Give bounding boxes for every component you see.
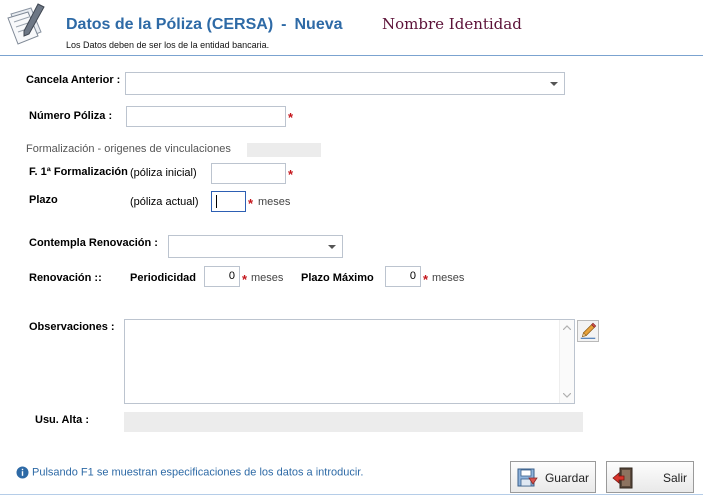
page-subtitle: Los Datos deben de ser los de la entidad… — [66, 40, 270, 50]
plazo-hint: (póliza actual) — [130, 196, 199, 208]
pencil-icon — [580, 322, 597, 339]
numero-poliza-required-mark: * — [288, 110, 294, 125]
usu-alta-label: Usu. Alta : — [35, 414, 89, 426]
observaciones-textarea[interactable] — [124, 319, 575, 404]
plazo-maximo-label: Plazo Máximo — [301, 272, 374, 284]
usu-alta-readonly-field — [124, 412, 583, 432]
contempla-renovacion-label: Contempla Renovación : — [29, 237, 158, 249]
header-divider — [0, 55, 703, 56]
renovacion-label: Renovación :: — [29, 272, 102, 284]
guardar-button[interactable]: Guardar — [510, 461, 596, 493]
save-disk-icon — [517, 468, 538, 487]
page-title-mode: Nueva — [294, 16, 343, 33]
plazo-label: Plazo — [29, 194, 58, 206]
periodicidad-input[interactable]: 0 — [204, 266, 240, 287]
text-caret — [216, 195, 217, 208]
salir-label: Salir — [662, 471, 687, 485]
cancela-anterior-label: Cancela Anterior : — [26, 74, 121, 86]
numero-poliza-input[interactable] — [126, 106, 286, 127]
formalizacion-readonly-field — [247, 143, 321, 157]
header: Datos de la Póliza (CERSA) - Nueva Nombre … — [0, 0, 703, 56]
periodicidad-required-mark: * — [242, 272, 248, 287]
plazo-unit: meses — [258, 196, 291, 208]
cancela-anterior-select[interactable] — [125, 72, 565, 95]
plazo-input[interactable] — [211, 191, 246, 212]
f1-formalizacion-required-mark: * — [288, 167, 294, 182]
chevron-down-icon — [550, 82, 558, 86]
observaciones-label: Observaciones : — [29, 321, 115, 333]
page-title-main: Datos de la Póliza (CERSA) — [66, 16, 274, 33]
plazo-maximo-input[interactable]: 0 — [385, 266, 421, 287]
observaciones-scrollbar[interactable] — [559, 320, 574, 403]
formalizacion-section-label: Formalización - origenes de vinculacione… — [26, 143, 231, 155]
bottom-divider — [0, 494, 703, 495]
contempla-renovacion-select[interactable] — [168, 235, 343, 258]
salir-button[interactable]: Salir — [606, 461, 694, 493]
f1-formalizacion-hint: (póliza inicial) — [130, 167, 197, 179]
notepad-pencil-icon — [7, 3, 45, 45]
f1-formalizacion-input[interactable] — [211, 163, 286, 184]
page-title: Datos de la Póliza (CERSA) - Nueva — [66, 16, 343, 34]
help-info: Pulsando F1 se muestran especificaciones… — [16, 466, 363, 479]
info-icon — [16, 466, 29, 479]
numero-poliza-label: Número Póliza : — [29, 110, 113, 122]
scroll-up-icon[interactable] — [563, 325, 571, 330]
periodicidad-label: Periodicidad — [130, 272, 197, 284]
chevron-down-icon — [328, 245, 336, 249]
guardar-label: Guardar — [544, 471, 589, 485]
plazo-maximo-unit: meses — [432, 272, 465, 284]
periodicidad-unit: meses — [251, 272, 284, 284]
exit-door-icon — [612, 467, 633, 489]
edit-observaciones-button[interactable] — [577, 320, 599, 342]
plazo-required-mark: * — [248, 196, 254, 211]
f1-formalizacion-label: F. 1ª Formalización — [29, 166, 128, 178]
scroll-down-icon[interactable] — [563, 393, 571, 398]
identity-name: Nombre Identidad — [382, 15, 522, 33]
help-info-text: Pulsando F1 se muestran especificaciones… — [32, 466, 364, 479]
plazo-maximo-required-mark: * — [423, 272, 429, 287]
page-title-separator: - — [281, 16, 287, 33]
